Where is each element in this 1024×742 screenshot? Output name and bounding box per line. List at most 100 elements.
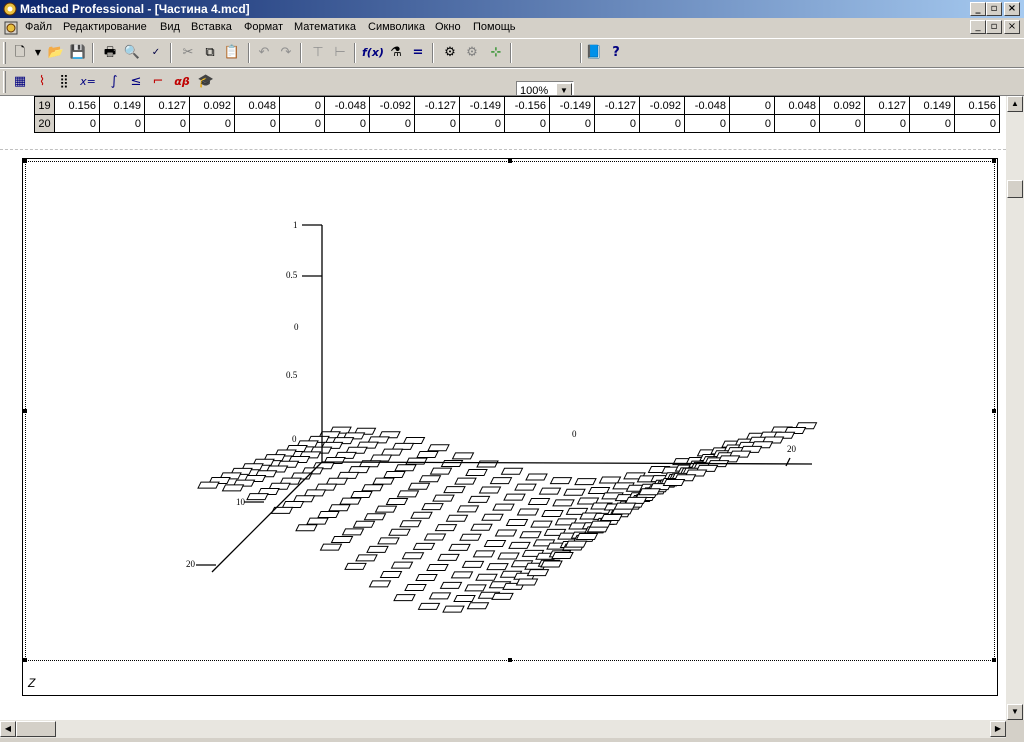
surface-patch [508, 541, 531, 549]
surface-patch [347, 466, 371, 474]
surface-plot: 1 0.5 0 0.5 0 10 20 0 20 [23, 159, 996, 662]
surface-patch [396, 490, 420, 498]
surface-patch [363, 513, 387, 521]
surface-patch [491, 592, 514, 600]
surface-patch [448, 543, 471, 551]
surface-patch [492, 503, 515, 511]
surface-patch [328, 504, 351, 512]
surface-patch [292, 495, 316, 503]
surface-patch [549, 477, 573, 485]
surface-patch [494, 529, 518, 537]
surface-patch [466, 602, 490, 610]
surface-patch [295, 524, 318, 532]
surface-patch [467, 495, 491, 503]
surface-patch [394, 464, 417, 472]
surface-patch [465, 469, 488, 477]
surface-patch [464, 584, 487, 592]
surface-patch [368, 580, 392, 588]
surface-patch [429, 467, 453, 475]
surface-patch [525, 473, 548, 481]
surface-patch [426, 563, 449, 571]
surface-patch [552, 499, 575, 507]
surface-patch [516, 508, 540, 516]
surface-patch [336, 471, 360, 479]
scroll-left-button[interactable]: ◀ [0, 721, 16, 737]
surface-patch [456, 505, 480, 513]
surface-patch [437, 553, 460, 561]
horizontal-scroll-thumb[interactable] [16, 721, 56, 737]
surface-patch [380, 448, 404, 456]
vertical-scroll-thumb[interactable] [1007, 180, 1023, 198]
surface-patch [388, 528, 411, 536]
surface-patch [564, 540, 588, 548]
surface-patch [417, 602, 441, 610]
y-tick-label: 20 [186, 559, 196, 569]
z-tick-label: 0.5 [286, 370, 298, 380]
surface-patch [503, 493, 526, 501]
surface-patch [418, 475, 442, 483]
surface-patch [519, 531, 542, 539]
surface-patch [197, 481, 220, 489]
surface-patch [325, 477, 349, 485]
surface-patch [330, 536, 354, 543]
surface-patch [478, 486, 502, 494]
surface-patch [453, 595, 476, 602]
scrollbar-corner [1006, 720, 1024, 738]
surface-patch [575, 533, 599, 540]
close-button[interactable]: × [1004, 2, 1020, 16]
surface-patch [270, 506, 294, 514]
horizontal-scrollbar[interactable]: ◀ ▶ [0, 720, 1006, 738]
surface-patch [500, 467, 524, 475]
surface-patch [306, 517, 329, 525]
surface-patch [428, 592, 452, 600]
surface-patch [450, 571, 474, 579]
scroll-right-button[interactable]: ▶ [990, 721, 1006, 737]
surface-patch [440, 460, 464, 467]
surface-patch [538, 487, 562, 495]
scroll-up-button[interactable]: ▲ [1007, 96, 1023, 112]
surface-patch [399, 520, 422, 528]
doc-close-button[interactable]: × [1004, 20, 1020, 34]
surface-patch [246, 493, 269, 501]
surface-patch [385, 498, 409, 505]
z-tick-label: 0 [294, 322, 299, 332]
surface-patch [451, 452, 475, 460]
surface-patch [344, 562, 367, 570]
surface-patch [497, 552, 520, 560]
surface-patch [372, 477, 395, 485]
surface-patch [459, 533, 482, 541]
surface-patch [439, 581, 463, 589]
surface-patch [377, 537, 400, 545]
z-tick-label: 0.5 [286, 270, 298, 280]
surface-patch [281, 501, 305, 509]
vertical-scrollbar[interactable]: ▲ ▼ [1006, 96, 1024, 720]
surface-patch [662, 478, 686, 486]
surface-patch [393, 594, 416, 602]
surface-patch [541, 510, 564, 517]
surface-patch [415, 573, 438, 581]
surface-patch [374, 505, 398, 513]
x-tick-label: 0 [572, 429, 577, 439]
surface-patch [574, 478, 597, 486]
surface-patch [540, 560, 563, 568]
surface-patch [476, 460, 499, 468]
surface-patch [443, 486, 466, 494]
surface-patch [319, 543, 343, 551]
surface-patch [489, 477, 513, 485]
surface-patch [341, 528, 365, 536]
surface-patch [423, 533, 447, 541]
z-tick-label: 1 [293, 220, 298, 230]
surface-patch [445, 514, 469, 522]
z-tick-label: 0 [292, 434, 297, 444]
scroll-down-button[interactable]: ▼ [1007, 704, 1023, 720]
surface-patch [314, 483, 338, 491]
plot-surface-label: Z [28, 676, 36, 690]
surface-patch [405, 457, 428, 465]
y-tick-label: 10 [236, 497, 246, 507]
x-axis-tick [785, 457, 791, 467]
surface-patch [454, 477, 477, 485]
surface-patch [514, 483, 537, 491]
surface-patch [624, 496, 648, 504]
surface-patch [563, 488, 586, 496]
surface-patch [600, 514, 623, 522]
